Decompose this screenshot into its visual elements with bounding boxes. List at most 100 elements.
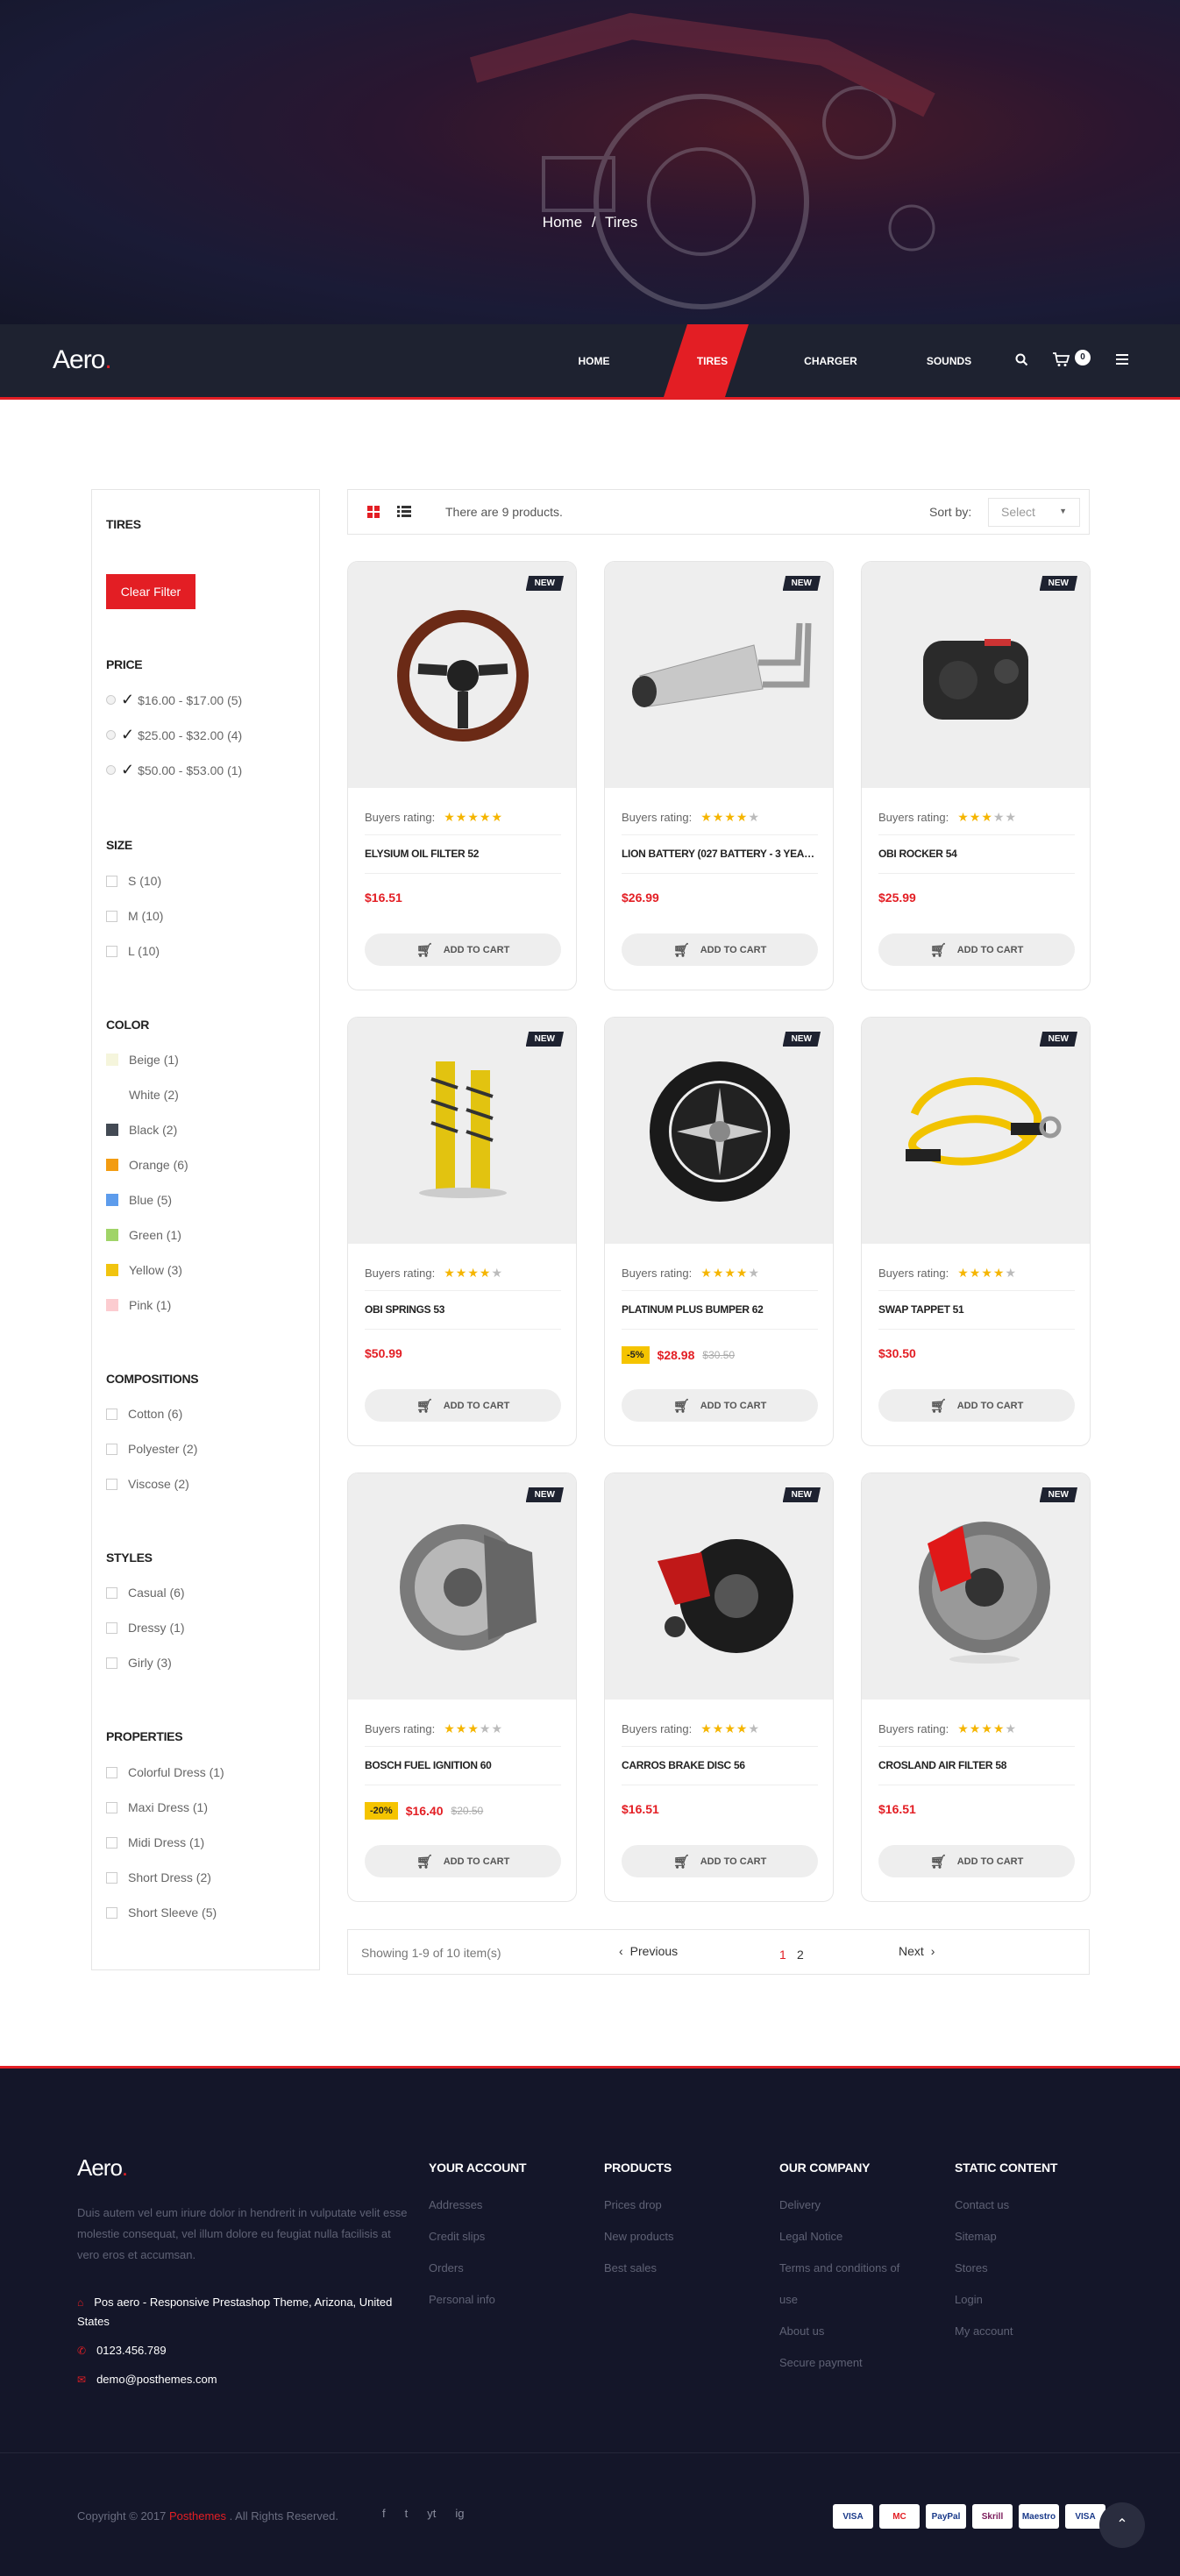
menu-icon[interactable] xyxy=(1116,354,1128,365)
color-swatch[interactable] xyxy=(106,1054,118,1066)
cart-icon[interactable] xyxy=(1052,351,1071,367)
checkbox[interactable] xyxy=(106,1871,117,1884)
product-card[interactable]: NEW Buyers rating: ★★★★★ ELYSIUM OIL FILTER… xyxy=(347,561,577,990)
footer-link[interactable]: Login xyxy=(955,2284,1057,2316)
price-option[interactable]: ✓ $50.00 - $53.00 (1) xyxy=(106,761,242,779)
site-logo[interactable]: Aero. xyxy=(53,345,112,375)
size-option[interactable]: L (10) xyxy=(106,944,160,958)
footer-link[interactable]: About us xyxy=(779,2316,899,2347)
color-swatch[interactable] xyxy=(106,1194,118,1206)
breadcrumb-home[interactable]: Home xyxy=(543,214,582,231)
product-name[interactable]: SWAP TAPPET 51 xyxy=(878,1303,1075,1316)
checkbox[interactable] xyxy=(106,1657,117,1669)
product-image[interactable] xyxy=(862,562,1090,788)
product-card[interactable]: NEW Buyers rating: ★★★★★ BOSCH FUEL IGNITIO… xyxy=(347,1473,577,1902)
color-swatch[interactable] xyxy=(106,1124,118,1136)
product-image[interactable] xyxy=(605,1018,833,1244)
footer-logo[interactable]: Aero. xyxy=(77,2154,128,2182)
twitter-icon[interactable]: t xyxy=(405,2507,409,2520)
add-to-cart-button[interactable]: 🛒︎ ADD TO CART xyxy=(878,1845,1075,1877)
property-option[interactable]: Short Sleeve (5) xyxy=(106,1905,217,1920)
footer-link[interactable]: Credit slips xyxy=(429,2221,526,2253)
style-option[interactable]: Dressy (1) xyxy=(106,1621,185,1635)
footer-link[interactable]: New products xyxy=(604,2221,673,2253)
product-name[interactable]: ELYSIUM OIL FILTER 52 xyxy=(365,848,561,860)
color-option[interactable]: Pink (1) xyxy=(106,1298,171,1312)
page-1-link[interactable]: 1 xyxy=(779,1948,786,1962)
color-option[interactable]: White (2) xyxy=(106,1088,179,1102)
color-option[interactable]: Beige (1) xyxy=(106,1053,179,1067)
property-option[interactable]: Midi Dress (1) xyxy=(106,1835,204,1849)
footer-link[interactable]: Delivery xyxy=(779,2189,899,2221)
style-option[interactable]: Girly (3) xyxy=(106,1656,172,1670)
nav-sounds[interactable]: SOUNDS xyxy=(890,324,1008,397)
product-card[interactable]: NEW Buyers rating: ★★★★★ CROSLAND AIR FILTE… xyxy=(861,1473,1091,1902)
footer-link[interactable]: Stores xyxy=(955,2253,1057,2284)
footer-link[interactable]: Terms and conditions of xyxy=(779,2253,899,2284)
checkbox[interactable] xyxy=(106,1478,117,1490)
checkbox[interactable] xyxy=(106,1906,117,1919)
add-to-cart-button[interactable]: 🛒︎ ADD TO CART xyxy=(622,1845,818,1877)
add-to-cart-button[interactable]: 🛒︎ ADD TO CART xyxy=(622,1389,818,1422)
checkbox[interactable] xyxy=(106,1801,117,1813)
product-name[interactable]: PLATINUM PLUS BUMPER 62 xyxy=(622,1303,818,1316)
checkbox[interactable] xyxy=(106,1766,117,1778)
footer-link[interactable]: Personal info xyxy=(429,2284,526,2316)
checkbox[interactable] xyxy=(106,1622,117,1634)
price-option[interactable]: ✓ $16.00 - $17.00 (5) xyxy=(106,691,242,709)
color-option[interactable]: Yellow (3) xyxy=(106,1263,182,1277)
page-2-link[interactable]: 2 xyxy=(797,1948,804,1962)
add-to-cart-button[interactable]: 🛒︎ ADD TO CART xyxy=(622,933,818,966)
style-option[interactable]: Casual (6) xyxy=(106,1586,185,1600)
add-to-cart-button[interactable]: 🛒︎ ADD TO CART xyxy=(878,1389,1075,1422)
footer-link[interactable]: Contact us xyxy=(955,2189,1057,2221)
footer-link[interactable]: Addresses xyxy=(429,2189,526,2221)
product-name[interactable]: CROSLAND AIR FILTER 58 xyxy=(878,1759,1075,1771)
footer-link[interactable]: My account xyxy=(955,2316,1057,2347)
property-option[interactable]: Short Dress (2) xyxy=(106,1870,211,1884)
footer-link[interactable]: Legal Notice xyxy=(779,2221,899,2253)
product-card[interactable]: NEW Buyers rating: ★★★★★ SWAP TAPPET 51 $30.… xyxy=(861,1017,1091,1446)
footer-email[interactable]: ✉ demo@posthemes.com xyxy=(77,2370,410,2389)
product-card[interactable]: NEW Buyers rating: ★★★★★ OBI SPRINGS 53 $50.… xyxy=(347,1017,577,1446)
size-option[interactable]: S (10) xyxy=(106,874,161,888)
footer-link[interactable]: Orders xyxy=(429,2253,526,2284)
search-icon[interactable] xyxy=(1015,353,1028,366)
product-name[interactable]: LION BATTERY (027 BATTERY - 3 YEAR GU... xyxy=(622,848,818,860)
product-image[interactable] xyxy=(862,1473,1090,1700)
footer-link[interactable]: Secure payment xyxy=(779,2347,899,2379)
add-to-cart-button[interactable]: 🛒︎ ADD TO CART xyxy=(365,1389,561,1422)
list-view-icon[interactable] xyxy=(397,506,411,517)
color-swatch[interactable] xyxy=(106,1159,118,1171)
property-option[interactable]: Colorful Dress (1) xyxy=(106,1765,224,1779)
product-image[interactable] xyxy=(348,1018,576,1244)
nav-charger[interactable]: CHARGER xyxy=(771,324,890,397)
checkbox[interactable] xyxy=(106,1443,117,1455)
footer-link[interactable]: Sitemap xyxy=(955,2221,1057,2253)
color-swatch[interactable] xyxy=(106,1299,118,1311)
sort-select[interactable]: Select ▼ xyxy=(988,498,1080,527)
product-card[interactable]: NEW Buyers rating: ★★★★★ CARROS BRAKE DISC … xyxy=(604,1473,834,1902)
footer-link[interactable]: use xyxy=(779,2284,899,2316)
color-swatch[interactable] xyxy=(106,1264,118,1276)
youtube-icon[interactable]: yt xyxy=(427,2507,436,2520)
color-option[interactable]: Green (1) xyxy=(106,1228,181,1242)
checkbox[interactable] xyxy=(106,1586,117,1599)
product-image[interactable] xyxy=(605,562,833,788)
checkbox[interactable] xyxy=(106,1408,117,1420)
color-swatch[interactable] xyxy=(106,1229,118,1241)
nav-tires[interactable]: TIRES xyxy=(653,324,771,397)
product-image[interactable] xyxy=(348,1473,576,1700)
price-option[interactable]: ✓ $25.00 - $32.00 (4) xyxy=(106,726,242,744)
scroll-to-top-button[interactable]: ⌃ xyxy=(1099,2502,1145,2548)
checkbox[interactable] xyxy=(106,910,117,922)
product-card[interactable]: NEW Buyers rating: ★★★★★ LION BATTERY (027 … xyxy=(604,561,834,990)
composition-option[interactable]: Cotton (6) xyxy=(106,1407,182,1421)
composition-option[interactable]: Viscose (2) xyxy=(106,1477,189,1491)
product-image[interactable] xyxy=(605,1473,833,1700)
add-to-cart-button[interactable]: 🛒︎ ADD TO CART xyxy=(365,933,561,966)
grid-view-icon[interactable] xyxy=(367,506,380,518)
property-option[interactable]: Maxi Dress (1) xyxy=(106,1800,208,1814)
product-name[interactable]: OBI ROCKER 54 xyxy=(878,848,1075,860)
footer-link[interactable]: Best sales xyxy=(604,2253,673,2284)
